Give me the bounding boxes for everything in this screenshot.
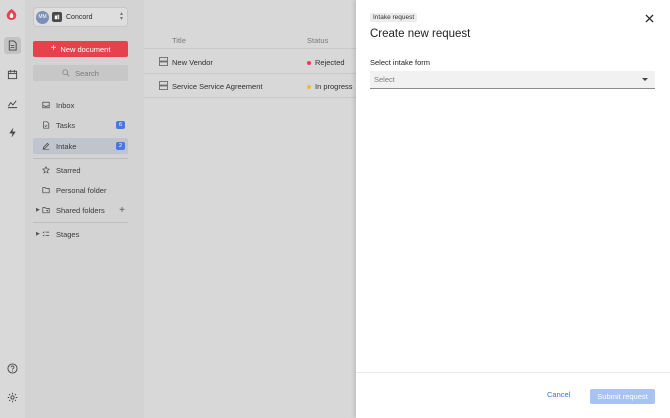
table-header: Title Status [144,32,356,49]
icon-rail [0,0,25,418]
chevron-updown-icon: ▴ ▾ [119,11,123,22]
sidebar-item-intake[interactable]: Intake 2 [33,138,128,154]
sidebar-item-inbox[interactable]: Inbox [33,97,128,113]
drawer-title: Create new request [370,28,471,40]
status-dot [307,60,311,65]
help-icon [7,363,18,374]
close-icon[interactable] [645,14,654,23]
shared-folder-icon [42,207,50,214]
lightning-icon [9,127,16,138]
table-row[interactable]: Service Service Agreement In progress [144,74,356,98]
search-icon [62,69,70,77]
pen-icon [42,142,50,150]
sidebar-item-label: Intake [56,141,77,151]
sidebar-item-shared-folders[interactable]: ▶ Shared folders + [33,202,128,218]
calendar-nav-button[interactable] [4,66,21,83]
search-placeholder: Search [75,68,99,78]
sidebar-item-label: Tasks [56,120,76,130]
intake-form-label: Select intake form [370,58,431,67]
search-input[interactable]: Search [33,65,128,81]
form-icon [159,81,168,90]
select-placeholder: Select [374,75,395,84]
dropdown-arrow-icon [642,78,648,81]
add-folder-button[interactable]: + [119,205,125,216]
calendar-icon [7,69,18,80]
drawer-footer: Cancel Submit request [356,372,670,418]
column-header-status[interactable]: Status [307,36,328,45]
new-document-button[interactable]: + New document [33,41,128,57]
gear-icon [7,392,18,403]
intake-count-badge: 2 [116,142,125,150]
inbox-icon [42,101,50,109]
sidebar-item-starred[interactable]: Starred [33,162,128,178]
drawer-tag: Intake request [370,13,418,22]
automation-nav-button[interactable] [4,124,21,141]
task-icon [43,121,50,129]
plus-icon: + [50,43,57,54]
checklist-icon [42,231,50,237]
sidebar-item-label: Shared folders [56,205,105,215]
submit-request-button[interactable]: Submit request [590,389,655,404]
organization-icon [52,12,62,22]
row-title: New Vendor [172,58,213,67]
document-list: Title Status New Vendor Rejected Service… [144,0,356,418]
sidebar-item-label: Stages [56,229,80,239]
status-dot [307,84,311,89]
status-badge: In progress [307,82,353,91]
folder-icon [42,187,50,194]
sidebar-item-label: Starred [56,165,81,175]
table-row[interactable]: New Vendor Rejected [144,50,356,74]
workspace-name: Concord [66,13,93,21]
sidebar-divider [33,158,128,159]
sidebar-item-tasks[interactable]: Tasks 6 [33,117,128,133]
documents-nav-button[interactable] [4,37,21,54]
workspace-switcher[interactable]: MM Concord ▴ ▾ [33,7,128,27]
caret-right-icon[interactable]: ▶ [36,207,40,213]
tasks-count-badge: 6 [116,121,125,129]
status-text: In progress [315,82,353,91]
settings-button[interactable] [4,389,21,406]
create-request-drawer: Intake request Create new request Select… [356,0,670,418]
new-document-label: New document [60,44,111,54]
cancel-button[interactable]: Cancel [547,390,570,399]
sidebar-item-personal-folder[interactable]: Personal folder [33,182,128,198]
analytics-icon [7,100,18,109]
form-icon [159,57,168,66]
column-header-title[interactable]: Title [172,36,186,45]
avatar: MM [36,10,49,24]
analytics-nav-button[interactable] [4,95,21,112]
caret-right-icon[interactable]: ▶ [36,231,40,237]
sidebar-item-label: Inbox [56,100,75,110]
sidebar-item-label: Personal folder [56,185,107,195]
sidebar-divider [33,222,128,223]
star-icon [42,166,50,174]
help-button[interactable] [4,360,21,377]
status-badge: Rejected [307,58,345,67]
sidebar-item-stages[interactable]: ▶ Stages [33,226,128,242]
intake-form-select[interactable]: Select [370,71,655,89]
status-text: Rejected [315,58,345,67]
document-icon [8,40,17,51]
logo-icon[interactable] [6,9,19,24]
row-title: Service Service Agreement [172,82,263,91]
